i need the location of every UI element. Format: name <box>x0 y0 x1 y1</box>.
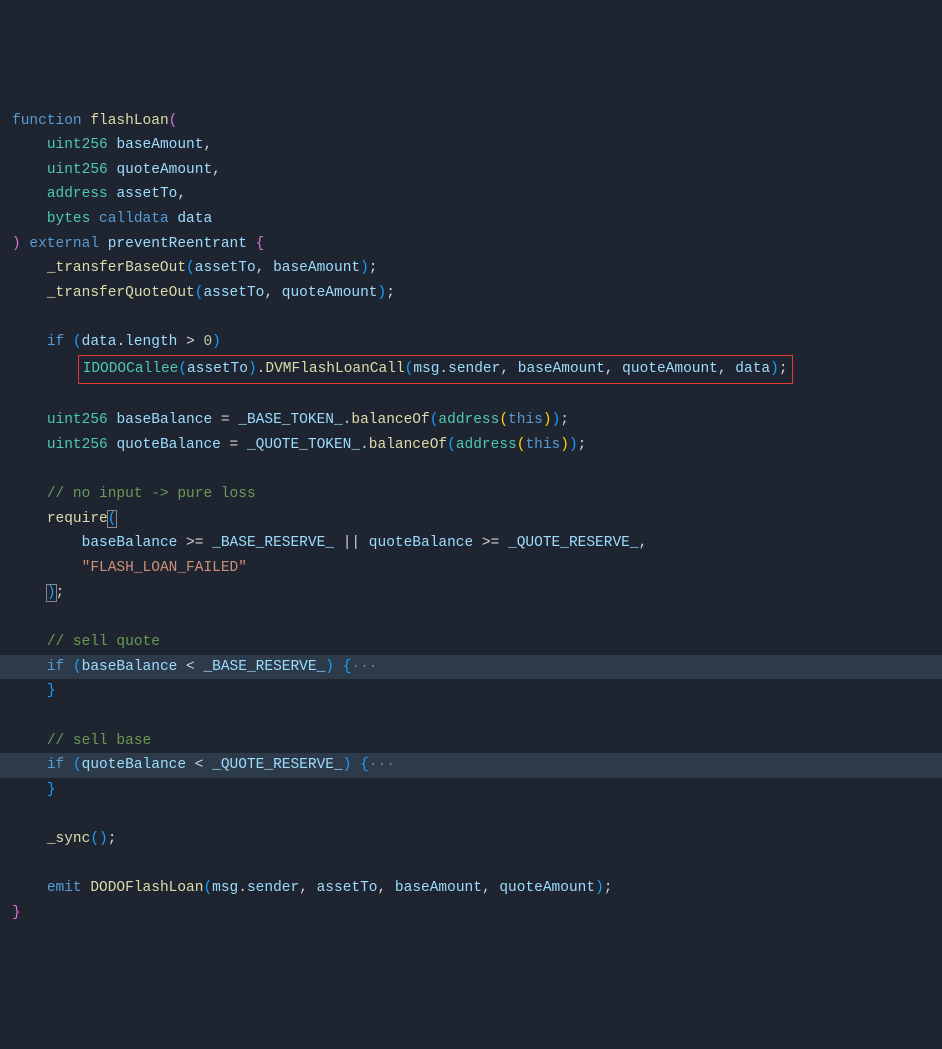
code-editor[interactable]: function flashLoan( uint256 baseAmount, … <box>12 109 930 926</box>
code-line: address assetTo, <box>12 182 930 207</box>
code-line: uint256 baseBalance = _BASE_TOKEN_.balan… <box>12 408 930 433</box>
code-line: // sell base <box>12 729 930 754</box>
code-line: if (data.length > 0) <box>12 330 930 355</box>
code-line: } <box>12 901 930 926</box>
comment: // sell quote <box>47 634 160 650</box>
code-line-highlighted: if (quoteBalance < _QUOTE_RESERVE_) {··· <box>0 753 942 778</box>
code-line: ); <box>12 581 930 606</box>
code-line: _transferBaseOut(assetTo, baseAmount); <box>12 256 930 281</box>
code-line: function flashLoan( <box>12 109 930 134</box>
code-line: "FLASH_LOAN_FAILED" <box>12 556 930 581</box>
code-line <box>12 704 930 729</box>
comment: // sell base <box>47 733 151 749</box>
code-line <box>12 306 930 331</box>
code-line: uint256 baseAmount, <box>12 133 930 158</box>
code-line: _sync(); <box>12 827 930 852</box>
code-line: _transferQuoteOut(assetTo, quoteAmount); <box>12 281 930 306</box>
code-line <box>12 458 930 483</box>
code-line: baseBalance >= _BASE_RESERVE_ || quoteBa… <box>12 531 930 556</box>
code-line: require( <box>12 507 930 532</box>
comment: // no input -> pure loss <box>47 486 256 502</box>
code-line: uint256 quoteAmount, <box>12 158 930 183</box>
fold-icon[interactable]: ··· <box>351 659 377 675</box>
code-line: bytes calldata data <box>12 207 930 232</box>
highlighted-call: IDODOCallee(assetTo).DVMFlashLoanCall(ms… <box>78 355 793 384</box>
code-line <box>12 803 930 828</box>
fold-icon[interactable]: ··· <box>369 757 395 773</box>
code-line: uint256 quoteBalance = _QUOTE_TOKEN_.bal… <box>12 433 930 458</box>
code-line: } <box>12 778 930 803</box>
code-line: IDODOCallee(assetTo).DVMFlashLoanCall(ms… <box>12 355 930 384</box>
keyword-function: function <box>12 113 82 129</box>
code-line <box>12 605 930 630</box>
code-line <box>12 852 930 877</box>
code-line: // sell quote <box>12 630 930 655</box>
code-line: emit DODOFlashLoan(msg.sender, assetTo, … <box>12 876 930 901</box>
code-line <box>12 384 930 409</box>
code-line: } <box>12 679 930 704</box>
code-line-highlighted: if (baseBalance < _BASE_RESERVE_) {··· <box>0 655 942 680</box>
function-name: flashLoan <box>90 113 168 129</box>
code-line: // no input -> pure loss <box>12 482 930 507</box>
code-line: ) external preventReentrant { <box>12 232 930 257</box>
